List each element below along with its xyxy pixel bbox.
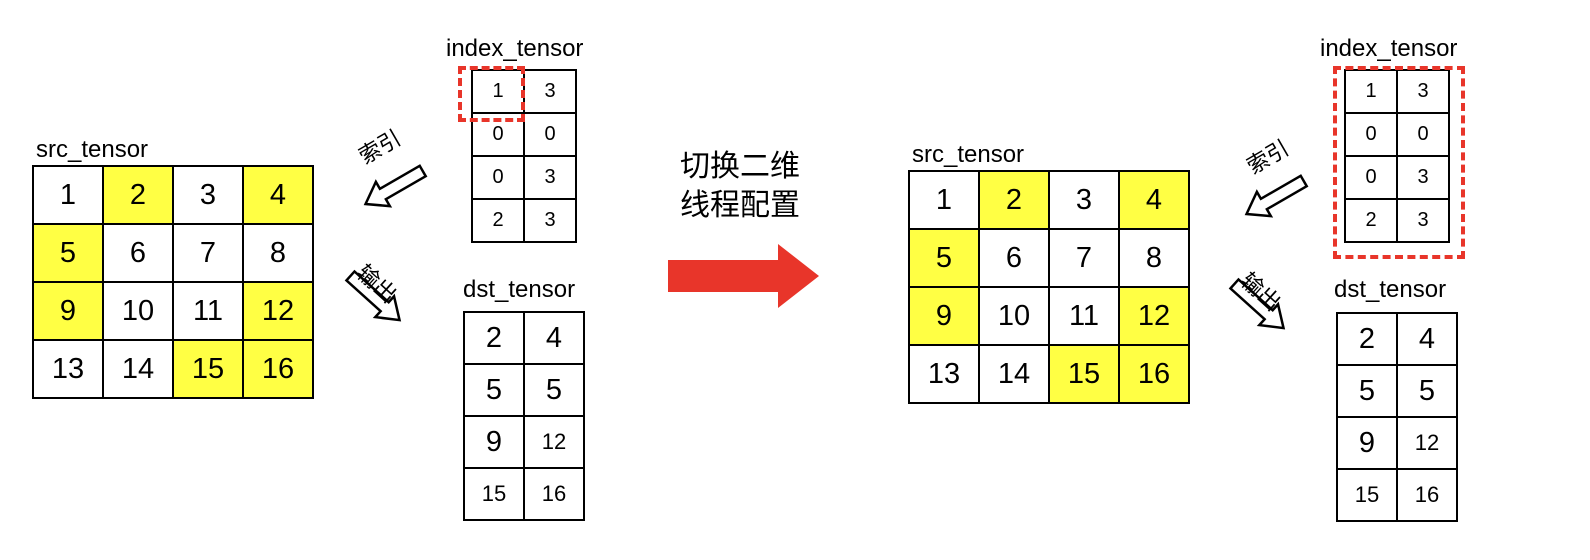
left-dst-grid: 2 4 5 5 9 12 15 16 <box>463 311 585 521</box>
src-cell: 3 <box>172 165 244 225</box>
src-cell: 8 <box>242 223 314 283</box>
dst-cell: 16 <box>523 467 585 521</box>
dst-cell: 15 <box>1336 468 1398 522</box>
left-src-grid: 1 2 3 4 5 6 7 8 9 10 11 12 13 14 15 16 <box>32 165 314 399</box>
src-cell: 15 <box>1048 344 1120 404</box>
src-cell: 16 <box>1118 344 1190 404</box>
src-cell: 1 <box>32 165 104 225</box>
src-cell: 9 <box>908 286 980 346</box>
src-cell: 14 <box>978 344 1050 404</box>
src-cell: 11 <box>1048 286 1120 346</box>
dst-cell: 4 <box>1396 312 1458 366</box>
src-cell: 7 <box>1048 228 1120 288</box>
right-index-label: index_tensor <box>1320 35 1458 62</box>
src-cell: 11 <box>172 281 244 341</box>
dst-cell: 9 <box>1336 416 1398 470</box>
src-cell: 4 <box>1118 170 1190 230</box>
dst-cell: 12 <box>1396 416 1458 470</box>
transition-arrow-icon <box>668 244 819 308</box>
src-cell: 13 <box>32 339 104 399</box>
src-cell: 12 <box>1118 286 1190 346</box>
right-index-arrow-icon <box>1244 174 1309 218</box>
left-index-highlight-box <box>458 66 525 122</box>
left-dst-label: dst_tensor <box>463 276 576 303</box>
dst-cell: 5 <box>1336 364 1398 418</box>
src-cell: 4 <box>242 165 314 225</box>
dst-cell: 5 <box>1396 364 1458 418</box>
dst-cell: 2 <box>463 311 525 365</box>
index-cell: 3 <box>523 69 577 114</box>
src-cell: 5 <box>908 228 980 288</box>
dst-cell: 9 <box>463 415 525 469</box>
left-src-label: src_tensor <box>36 136 149 163</box>
right-src-grid: 1 2 3 4 5 6 7 8 9 10 11 12 13 14 15 16 <box>908 170 1190 404</box>
src-cell: 13 <box>908 344 980 404</box>
middle-text-line2: 线程配置 <box>680 189 800 222</box>
src-cell: 9 <box>32 281 104 341</box>
right-index-highlight-box <box>1333 66 1465 259</box>
src-cell: 6 <box>978 228 1050 288</box>
src-cell: 8 <box>1118 228 1190 288</box>
src-cell: 1 <box>908 170 980 230</box>
dst-cell: 16 <box>1396 468 1458 522</box>
src-cell: 10 <box>102 281 174 341</box>
dst-cell: 4 <box>523 311 585 365</box>
dst-cell: 5 <box>523 363 585 417</box>
dst-cell: 2 <box>1336 312 1398 366</box>
src-cell: 6 <box>102 223 174 283</box>
right-dst-grid: 2 4 5 5 9 12 15 16 <box>1336 312 1458 522</box>
src-cell: 5 <box>32 223 104 283</box>
right-dst-label: dst_tensor <box>1334 276 1447 303</box>
dst-cell: 15 <box>463 467 525 521</box>
index-cell: 3 <box>523 155 577 200</box>
src-cell: 16 <box>242 339 314 399</box>
index-cell: 0 <box>471 155 525 200</box>
middle-text-line1: 切换二维 <box>680 150 800 183</box>
src-cell: 3 <box>1048 170 1120 230</box>
src-cell: 2 <box>102 165 174 225</box>
src-cell: 10 <box>978 286 1050 346</box>
src-cell: 2 <box>978 170 1050 230</box>
index-cell: 0 <box>523 112 577 157</box>
left-index-label: index_tensor <box>446 35 584 62</box>
index-cell: 3 <box>523 198 577 243</box>
index-cell: 2 <box>471 198 525 243</box>
right-src-label: src_tensor <box>912 141 1025 168</box>
src-cell: 12 <box>242 281 314 341</box>
src-cell: 7 <box>172 223 244 283</box>
src-cell: 15 <box>172 339 244 399</box>
dst-cell: 12 <box>523 415 585 469</box>
src-cell: 14 <box>102 339 174 399</box>
dst-cell: 5 <box>463 363 525 417</box>
